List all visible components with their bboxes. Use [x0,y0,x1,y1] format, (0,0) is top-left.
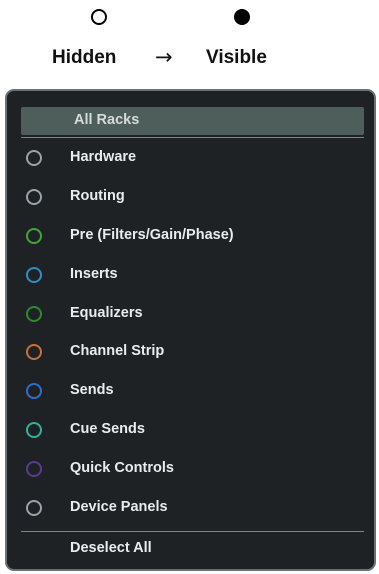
menu-item-label: Equalizers [70,304,143,321]
visibility-circle-icon [26,188,42,205]
hidden-circle-icon [91,9,107,25]
menu-item-all-racks[interactable]: All Racks [21,107,364,135]
menu-item-deselect-all[interactable]: Deselect All [7,532,374,568]
visibility-circle-icon [26,266,42,283]
visibility-circle-icon [26,500,42,517]
menu-item-label: Deselect All [70,539,152,556]
visibility-circle-icon [26,150,42,166]
menu-item-equalizers[interactable]: Equalizers [7,295,374,334]
menu-item-channel-strip[interactable]: Channel Strip [7,333,374,372]
visibility-circle-icon [26,305,42,322]
menu-item-sends[interactable]: Sends [7,372,374,411]
menu-item-hardware[interactable]: Hardware [7,139,374,178]
menu-item-cue-sends[interactable]: Cue Sends [7,411,374,450]
visibility-circle-icon [26,422,42,439]
legend-visible-label: Visible [206,47,267,68]
menu-item-quick-controls[interactable]: Quick Controls [7,450,374,489]
visibility-circle-icon [26,461,42,478]
menu-item-label: All Racks [74,112,140,128]
menu-item-routing[interactable]: Routing [7,178,374,217]
menu-item-label: Channel Strip [70,343,165,360]
menu-item-label: Pre (Filters/Gain/Phase) [70,226,234,243]
menu-item-label: Sends [70,382,114,399]
menu-item-label: Inserts [70,265,118,282]
menu-item-label: Cue Sends [70,421,145,438]
menu-item-inserts[interactable]: Inserts [7,256,374,295]
menu-item-pre[interactable]: Pre (Filters/Gain/Phase) [7,217,374,256]
visible-dot-icon [234,9,250,25]
menu-item-label: Quick Controls [70,460,174,477]
racks-menu: All Racks Hardware Routing Pre (Filters/… [5,89,376,571]
menu-separator [21,137,364,138]
arrow-right-icon: → [155,45,173,69]
menu-item-label: Hardware [70,149,137,165]
visibility-circle-icon [26,383,42,400]
visibility-circle-icon [26,227,42,244]
visibility-circle-icon [26,344,42,361]
menu-item-device-panels[interactable]: Device Panels [7,489,374,528]
menu-item-label: Device Panels [70,499,168,516]
legend-hidden-label: Hidden [52,47,117,68]
menu-item-label: Routing [70,187,125,204]
